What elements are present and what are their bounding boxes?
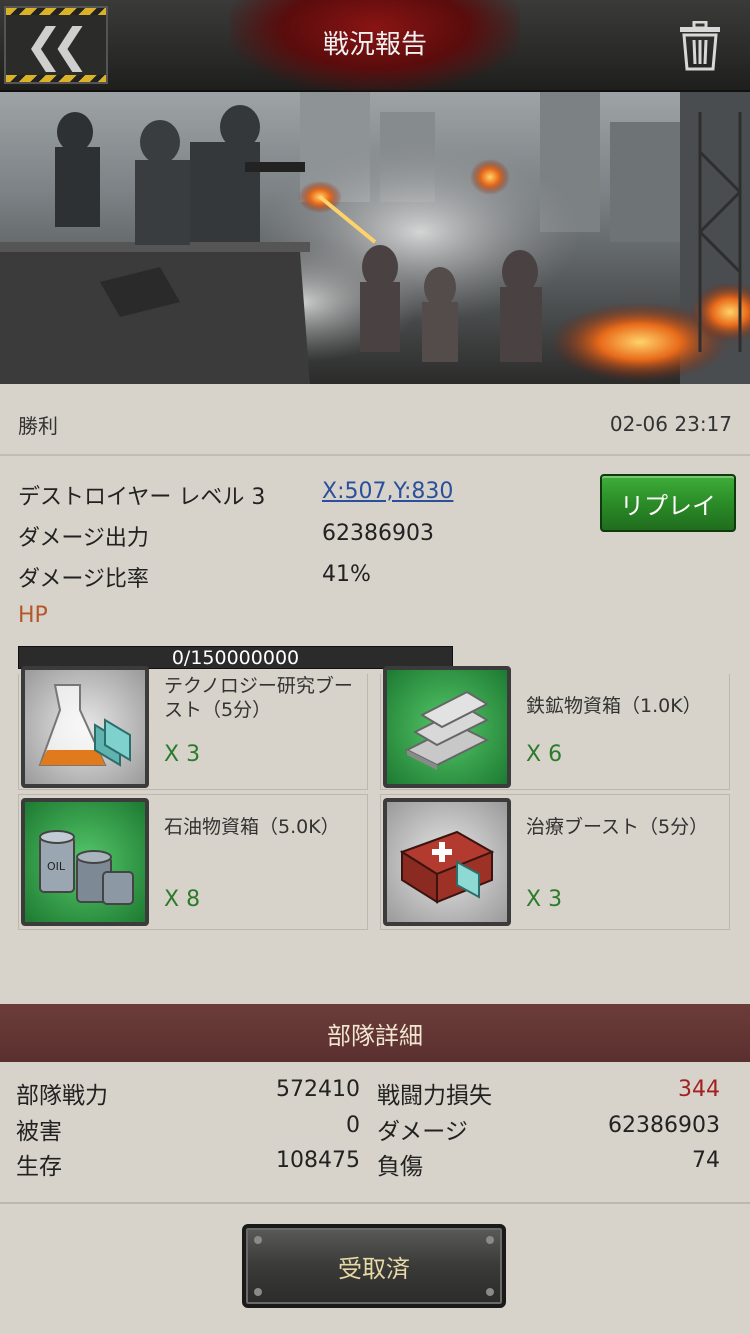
target-name: デストロイヤー レベル 3	[18, 485, 266, 510]
bolt-decoration	[254, 1236, 262, 1244]
reward-name: 治療ブースト（5分）	[526, 816, 709, 838]
power-loss-label: 戦闘力損失	[377, 1083, 492, 1109]
bolt-decoration	[254, 1288, 262, 1296]
wounded-value: 74	[692, 1148, 720, 1173]
hp-label: HP	[18, 603, 48, 628]
wounded-label: 負傷	[377, 1154, 423, 1180]
result-label: 勝利	[18, 414, 58, 438]
damage-ratio-label: ダメージ比率	[18, 567, 149, 592]
reward-item: 鉄鉱物資箱（1.0K） X 6	[380, 666, 730, 790]
reward-name: 石油物資箱（5.0K）	[164, 816, 340, 838]
report-panel: 勝利 02-06 23:17 デストロイヤー レベル 3 X:507,Y:830…	[0, 384, 750, 1334]
damage-taken-label: 被害	[16, 1119, 62, 1145]
damage-output-label: ダメージ出力	[18, 526, 149, 551]
battle-banner-image	[0, 92, 750, 384]
damage-ratio-value: 41%	[322, 562, 371, 587]
damage-output-value: 62386903	[322, 521, 434, 546]
power-loss-value: 344	[678, 1077, 720, 1102]
hp-bar-text: 0/150000000	[171, 646, 300, 669]
reward-name: テクノロジー研究ブースト（5分）	[164, 675, 353, 721]
damage-dealt-label: ダメージ	[377, 1119, 468, 1145]
damage-dealt-value: 62386903	[608, 1113, 720, 1138]
reward-quantity: X 8	[164, 887, 201, 912]
oil-barrels-icon: OIL	[21, 798, 149, 926]
survivors-label: 生存	[16, 1154, 62, 1180]
damage-taken-value: 0	[346, 1113, 360, 1138]
medical-kit-icon	[383, 798, 511, 926]
unit-power-value: 572410	[276, 1077, 360, 1102]
reward-item: 治療ブースト（5分） X 3	[380, 794, 730, 930]
survivors-value: 108475	[276, 1148, 360, 1173]
reward-quantity: X 3	[526, 887, 563, 912]
target-coordinates-link[interactable]: X:507,Y:830	[322, 479, 453, 504]
report-timestamp: 02-06 23:17	[609, 412, 732, 436]
reward-quantity: X 3	[164, 742, 201, 767]
research-flask-icon	[21, 666, 149, 788]
divider	[0, 1202, 750, 1204]
claimed-button[interactable]: 受取済	[242, 1224, 506, 1308]
unit-details-header: 部隊詳細	[0, 1004, 750, 1062]
trash-icon[interactable]	[670, 16, 730, 76]
replay-button[interactable]: リプレイ	[600, 474, 736, 532]
iron-ingots-icon	[383, 666, 511, 788]
result-row: 勝利 02-06 23:17	[0, 384, 750, 456]
unit-power-label: 部隊戦力	[16, 1083, 108, 1109]
reward-item: テクノロジー研究ブースト（5分） X 3	[18, 666, 368, 790]
bolt-decoration	[486, 1288, 494, 1296]
reward-name: 鉄鉱物資箱（1.0K）	[526, 695, 702, 717]
top-bar: ❮❮ 戦況報告	[0, 0, 750, 92]
svg-text:OIL: OIL	[47, 860, 66, 873]
claimed-button-label: 受取済	[338, 1254, 410, 1283]
page-title: 戦況報告	[322, 29, 427, 60]
reward-item: OIL 石油物資箱（5.0K） X 8	[18, 794, 368, 930]
bolt-decoration	[486, 1236, 494, 1244]
reward-quantity: X 6	[526, 742, 563, 767]
